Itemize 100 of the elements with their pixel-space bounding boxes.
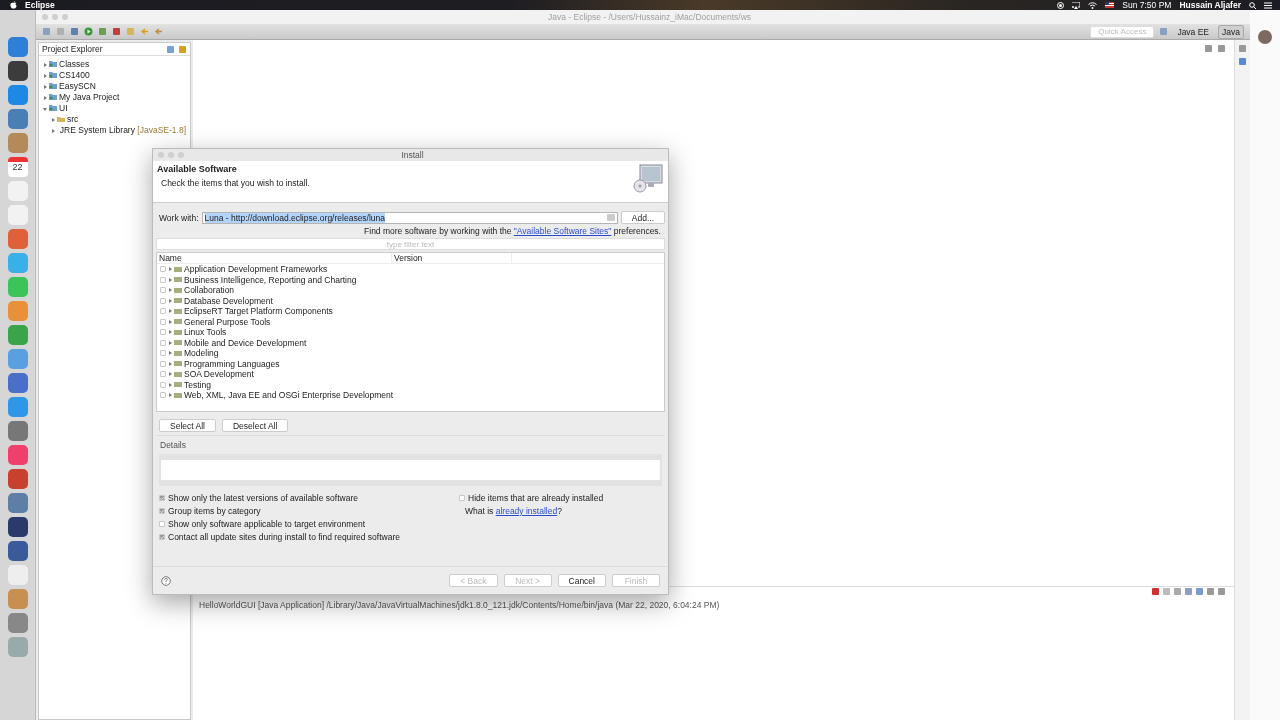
option-label[interactable]: Contact all update sites during install to find required software	[168, 532, 400, 542]
close-button[interactable]	[42, 14, 48, 20]
package-group-icon	[174, 392, 182, 398]
checkbox[interactable]	[159, 521, 165, 527]
tree-item[interactable]: My Java Project	[59, 91, 120, 102]
calendar-dock-icon[interactable]: 22	[7, 157, 28, 177]
app-dock-icon[interactable]	[7, 61, 28, 81]
perspective-tab[interactable]: Java EE	[1173, 24, 1214, 39]
sites-link[interactable]: "Available Software Sites"	[513, 226, 612, 236]
checkbox[interactable]	[160, 308, 166, 315]
checkbox[interactable]	[160, 371, 166, 378]
menu-clock[interactable]: Sun 7:50 PM	[1122, 0, 1172, 10]
checkbox[interactable]	[459, 495, 465, 501]
category-item[interactable]: Business Intelligence, Reporting and Charting	[184, 274, 357, 285]
option-label[interactable]: Hide items that are already installed	[468, 493, 604, 503]
checkbox[interactable]	[160, 287, 166, 294]
zoom-button[interactable]	[178, 152, 184, 158]
package-group-icon	[174, 287, 182, 293]
tree-item[interactable]: src	[67, 113, 79, 124]
help-icon[interactable]	[161, 575, 171, 586]
field-label: Work with:	[159, 212, 199, 223]
add-button[interactable]: Add...	[620, 211, 665, 224]
checkbox[interactable]	[160, 329, 166, 336]
project-folder-icon	[49, 93, 57, 100]
category-item[interactable]: Database Development	[184, 295, 273, 306]
perspective-tab[interactable]: Java	[1218, 24, 1244, 39]
collapsed-arrow-icon	[43, 95, 47, 100]
search-icon[interactable]	[1249, 1, 1256, 9]
zoom-button[interactable]	[62, 14, 68, 20]
installed-link[interactable]: already installed	[495, 506, 558, 516]
record-icon[interactable]	[1057, 1, 1065, 9]
checkbox[interactable]	[160, 381, 166, 388]
expanded-arrow-icon	[43, 106, 47, 111]
option-label[interactable]: Group items by category	[168, 506, 261, 516]
filter-field[interactable]: type filter text	[156, 238, 665, 250]
flag-icon[interactable]	[1105, 2, 1115, 8]
app-dock-icon[interactable]	[7, 373, 28, 393]
deselect-all-button[interactable]: Deselect All	[221, 419, 289, 432]
apple-logo-icon[interactable]	[10, 1, 17, 9]
quick-access-field[interactable]: Quick Access	[1090, 25, 1155, 38]
minimize-button[interactable]	[168, 152, 174, 158]
site-combo-box[interactable]: Luna - http://download.eclipse.org/releases/luna	[201, 211, 618, 224]
package-group-icon	[174, 308, 182, 314]
checkbox[interactable]	[160, 350, 166, 357]
tree-item[interactable]: CS1400	[59, 69, 90, 80]
app-dock-icon[interactable]	[7, 517, 28, 537]
category-item[interactable]: SOA Development	[184, 369, 254, 380]
checkbox[interactable]	[159, 495, 165, 501]
minimize-button[interactable]	[52, 14, 58, 20]
category-item[interactable]: Linux Tools	[184, 327, 227, 338]
tree-item[interactable]: JRE System Library [JavaSE-1.8]	[59, 124, 186, 135]
category-item[interactable]: General Purpose Tools	[184, 316, 271, 327]
category-item[interactable]: Testing	[184, 379, 211, 390]
package-group-icon	[174, 350, 182, 356]
category-item[interactable]: Collaboration	[184, 285, 235, 296]
page-description: Check the items that you wish to install.	[160, 178, 311, 188]
package-group-icon	[174, 266, 182, 272]
checkbox[interactable]	[160, 392, 166, 399]
app-dock-icon[interactable]	[7, 469, 28, 489]
run-icon[interactable]	[84, 27, 93, 36]
app-menu[interactable]: Eclipse	[25, 0, 55, 10]
package-group-icon	[174, 340, 182, 346]
installed-hint-text: What is already installed?	[464, 506, 563, 516]
category-item[interactable]: Programming Languages	[184, 358, 280, 369]
view-tab[interactable]: Project Explorer	[42, 44, 103, 54]
checkbox[interactable]	[160, 339, 166, 346]
checkbox[interactable]	[160, 266, 166, 273]
checkbox[interactable]	[159, 508, 165, 514]
page-heading: Available Software	[157, 164, 238, 174]
package-group-icon	[174, 319, 182, 325]
package-group-icon	[174, 361, 182, 367]
tree-item[interactable]: EasySCN	[59, 80, 96, 91]
column-header: Name	[157, 253, 392, 263]
checkbox[interactable]	[159, 534, 165, 540]
wifi-icon[interactable]	[1088, 1, 1098, 9]
tree-item[interactable]: UI	[59, 102, 68, 113]
dialog-button[interactable]: Cancel	[557, 574, 606, 587]
checkbox[interactable]	[160, 276, 166, 283]
checkbox[interactable]	[160, 297, 166, 304]
category-item[interactable]: EclipseRT Target Platform Components	[184, 306, 333, 317]
airplay-icon[interactable]	[1072, 1, 1081, 9]
menu-icon[interactable]	[1264, 1, 1272, 9]
category-item[interactable]: Mobile and Device Development	[184, 337, 307, 348]
close-button[interactable]	[158, 152, 164, 158]
collapsed-arrow-icon	[51, 128, 55, 133]
app-dock-icon[interactable]	[7, 541, 28, 561]
user-menu[interactable]: Hussain Aljafer	[1179, 0, 1241, 10]
category-item[interactable]: Application Development Frameworks	[184, 264, 328, 275]
select-all-button[interactable]: Select All	[159, 419, 216, 432]
checkbox[interactable]	[160, 360, 166, 367]
option-label[interactable]: Show only software applicable to target environment	[168, 519, 366, 529]
checkbox[interactable]	[160, 318, 166, 325]
back-arrow-icon[interactable]	[154, 27, 163, 36]
package-folder-icon	[57, 115, 65, 122]
tree-item[interactable]: Classes	[59, 58, 90, 69]
category-item[interactable]: Web, XML, Java EE and OSGi Enterprise Development	[184, 390, 394, 401]
back-arrow-icon[interactable]	[140, 27, 149, 36]
option-label[interactable]: Show only the latest versions of available software	[168, 493, 358, 503]
category-item[interactable]: Modeling	[184, 348, 219, 359]
project-folder-icon	[49, 82, 57, 89]
